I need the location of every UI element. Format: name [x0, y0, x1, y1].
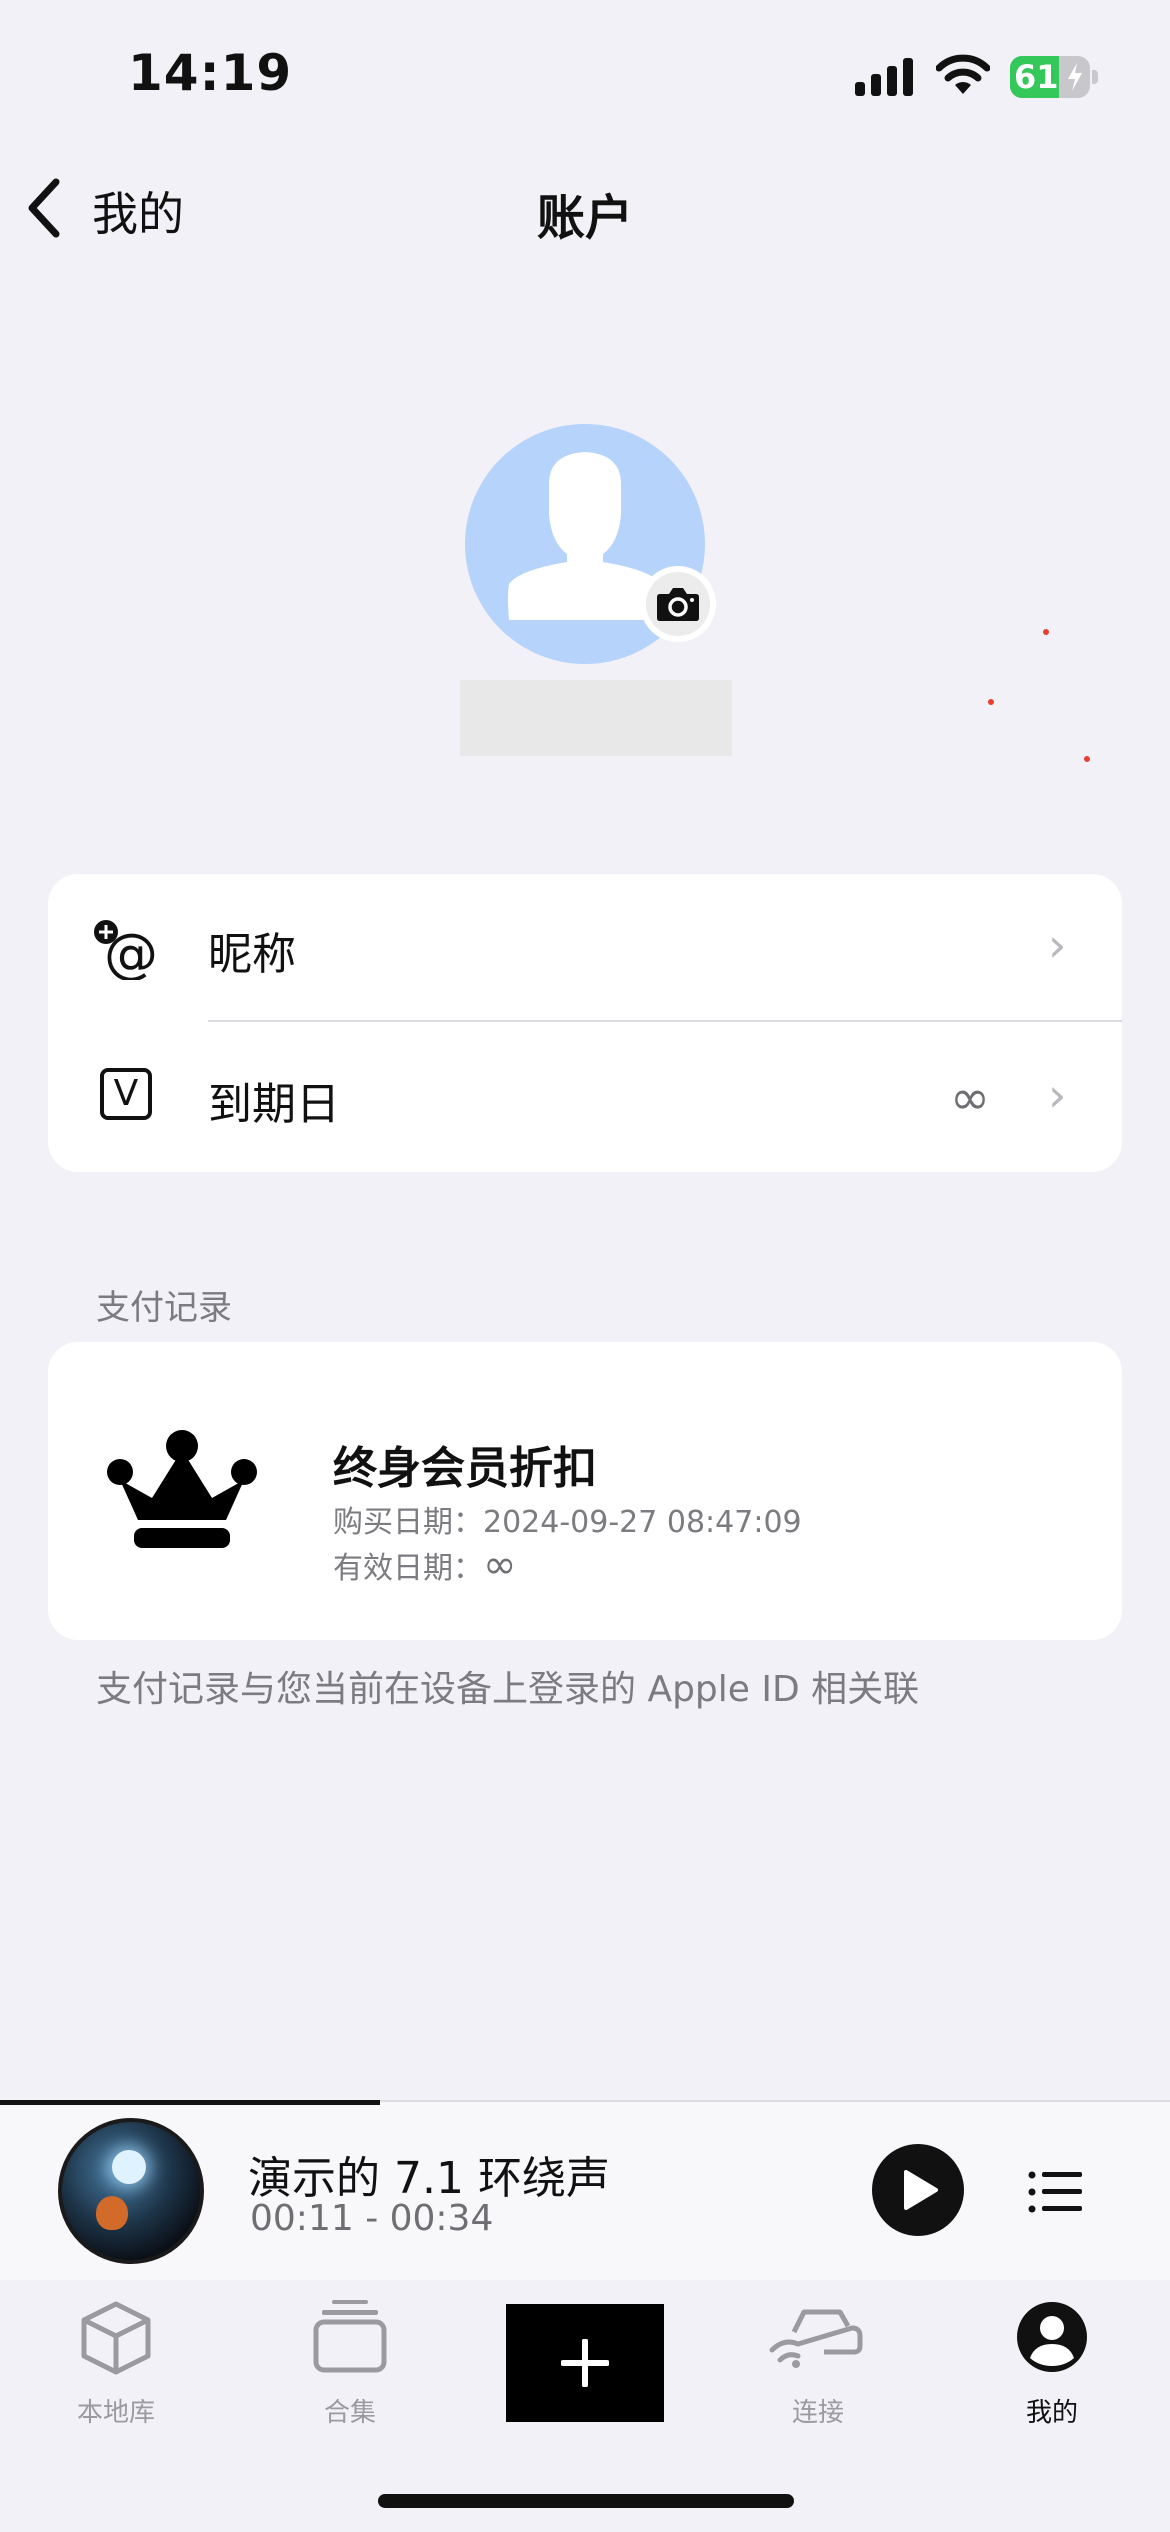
nickname-icon: @	[92, 918, 164, 985]
play-icon	[904, 2170, 938, 2210]
tab-profile[interactable]: 我的	[962, 2392, 1142, 2429]
chevron-right-icon[interactable]: ›	[1048, 918, 1066, 972]
payment-note: 支付记录与您当前在设备上登录的 Apple ID 相关联	[96, 1669, 920, 1710]
battery-icon: 61	[1010, 56, 1090, 98]
cellular-signal-icon	[855, 56, 915, 96]
tab-collection[interactable]: 合集	[260, 2392, 440, 2429]
page-title: 账户	[536, 190, 633, 246]
song-title: 演示的 7.1 环绕声	[248, 2153, 610, 2204]
box-icon[interactable]	[80, 2300, 152, 2376]
payment-title: 终身会员折扣	[333, 1443, 597, 1494]
valid-date-label: 有效日期：	[333, 1551, 483, 1586]
decorative-dot	[1043, 629, 1049, 635]
plus-icon	[561, 2339, 609, 2387]
change-avatar-button[interactable]	[640, 566, 716, 642]
vip-icon: V	[100, 1068, 152, 1120]
section-label: 支付记录	[96, 1288, 232, 1328]
song-time: 00:11 - 00:34	[250, 2198, 494, 2239]
add-button[interactable]	[506, 2304, 664, 2422]
purchase-date-row: 购买日期：2024-09-27 08:47:09	[333, 1497, 802, 1541]
username-placeholder	[460, 680, 732, 756]
album-art-moon	[112, 2150, 146, 2184]
expiry-value: ∞	[950, 1070, 990, 1126]
valid-date-value: ∞	[483, 1542, 517, 1588]
camera-icon	[657, 588, 699, 621]
valid-date-row: 有效日期：∞	[333, 1542, 516, 1588]
nickname-label[interactable]: 昵称	[208, 918, 296, 982]
home-indicator	[378, 2494, 794, 2508]
chevron-right-icon[interactable]: ›	[1048, 1068, 1066, 1122]
profile-icon[interactable]	[1015, 2300, 1089, 2374]
decorative-dot	[1084, 756, 1090, 762]
tab-library[interactable]: 本地库	[26, 2392, 206, 2429]
purchase-date-label: 购买日期：	[333, 1505, 483, 1540]
wifi-icon	[936, 54, 990, 94]
album-art[interactable]	[58, 2118, 204, 2264]
svg-text:@: @	[104, 922, 158, 980]
tab-connect[interactable]: 连接	[728, 2392, 908, 2429]
progress-bar[interactable]	[0, 2100, 381, 2105]
purchase-date-value: 2024-09-27 08:47:09	[483, 1505, 802, 1540]
album-art-guitar	[96, 2196, 128, 2230]
decorative-dot	[988, 699, 994, 705]
connect-icon[interactable]	[768, 2306, 864, 2370]
queue-icon[interactable]	[1028, 2170, 1084, 2214]
collection-icon[interactable]	[312, 2296, 388, 2376]
crown-icon	[107, 1430, 257, 1548]
battery-cap	[1092, 70, 1098, 84]
battery-level: 61	[1014, 58, 1059, 96]
status-time: 14:19	[128, 44, 293, 102]
play-button[interactable]	[872, 2144, 964, 2236]
expiry-label[interactable]: 到期日	[208, 1068, 340, 1132]
row-divider	[208, 1020, 1122, 1022]
